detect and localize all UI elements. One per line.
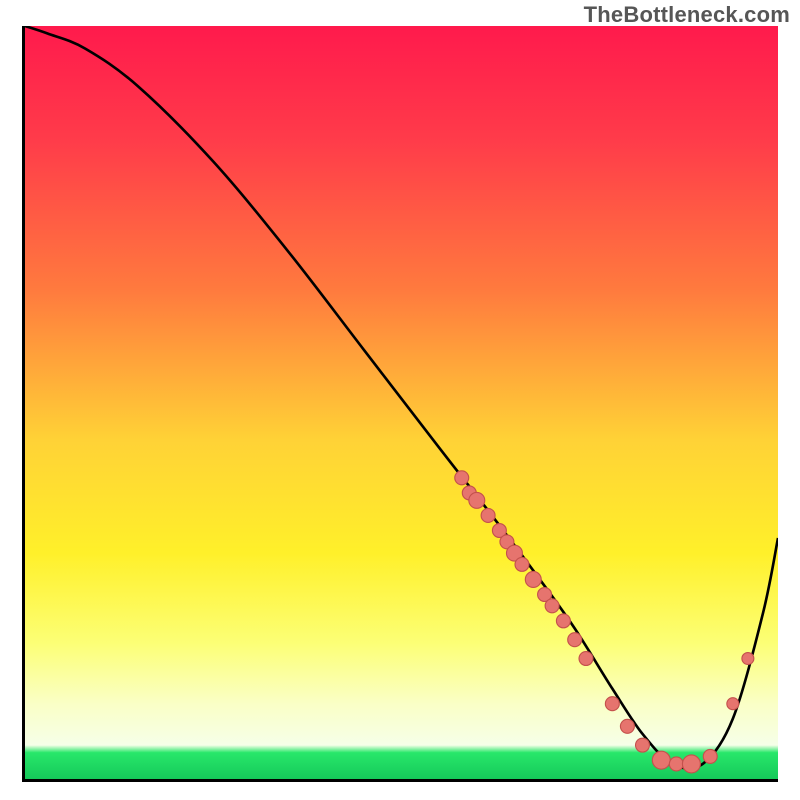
data-marker bbox=[469, 492, 485, 508]
curve-layer bbox=[25, 26, 778, 779]
bottleneck-curve bbox=[25, 26, 778, 769]
data-marker bbox=[742, 653, 754, 665]
data-marker bbox=[669, 757, 683, 771]
data-marker bbox=[620, 719, 634, 733]
data-marker bbox=[652, 751, 670, 769]
marker-group bbox=[455, 471, 754, 773]
data-marker bbox=[727, 698, 739, 710]
data-marker bbox=[568, 633, 582, 647]
data-marker bbox=[682, 755, 700, 773]
data-marker bbox=[525, 571, 541, 587]
data-marker bbox=[579, 652, 593, 666]
plot-area bbox=[22, 26, 778, 782]
watermark-text: TheBottleneck.com bbox=[584, 2, 790, 28]
data-marker bbox=[556, 614, 570, 628]
data-marker bbox=[605, 697, 619, 711]
data-marker bbox=[703, 749, 717, 763]
data-marker bbox=[455, 471, 469, 485]
data-marker bbox=[635, 738, 649, 752]
data-marker bbox=[515, 557, 529, 571]
chart-frame: TheBottleneck.com bbox=[0, 0, 800, 800]
data-marker bbox=[545, 599, 559, 613]
data-marker bbox=[481, 508, 495, 522]
